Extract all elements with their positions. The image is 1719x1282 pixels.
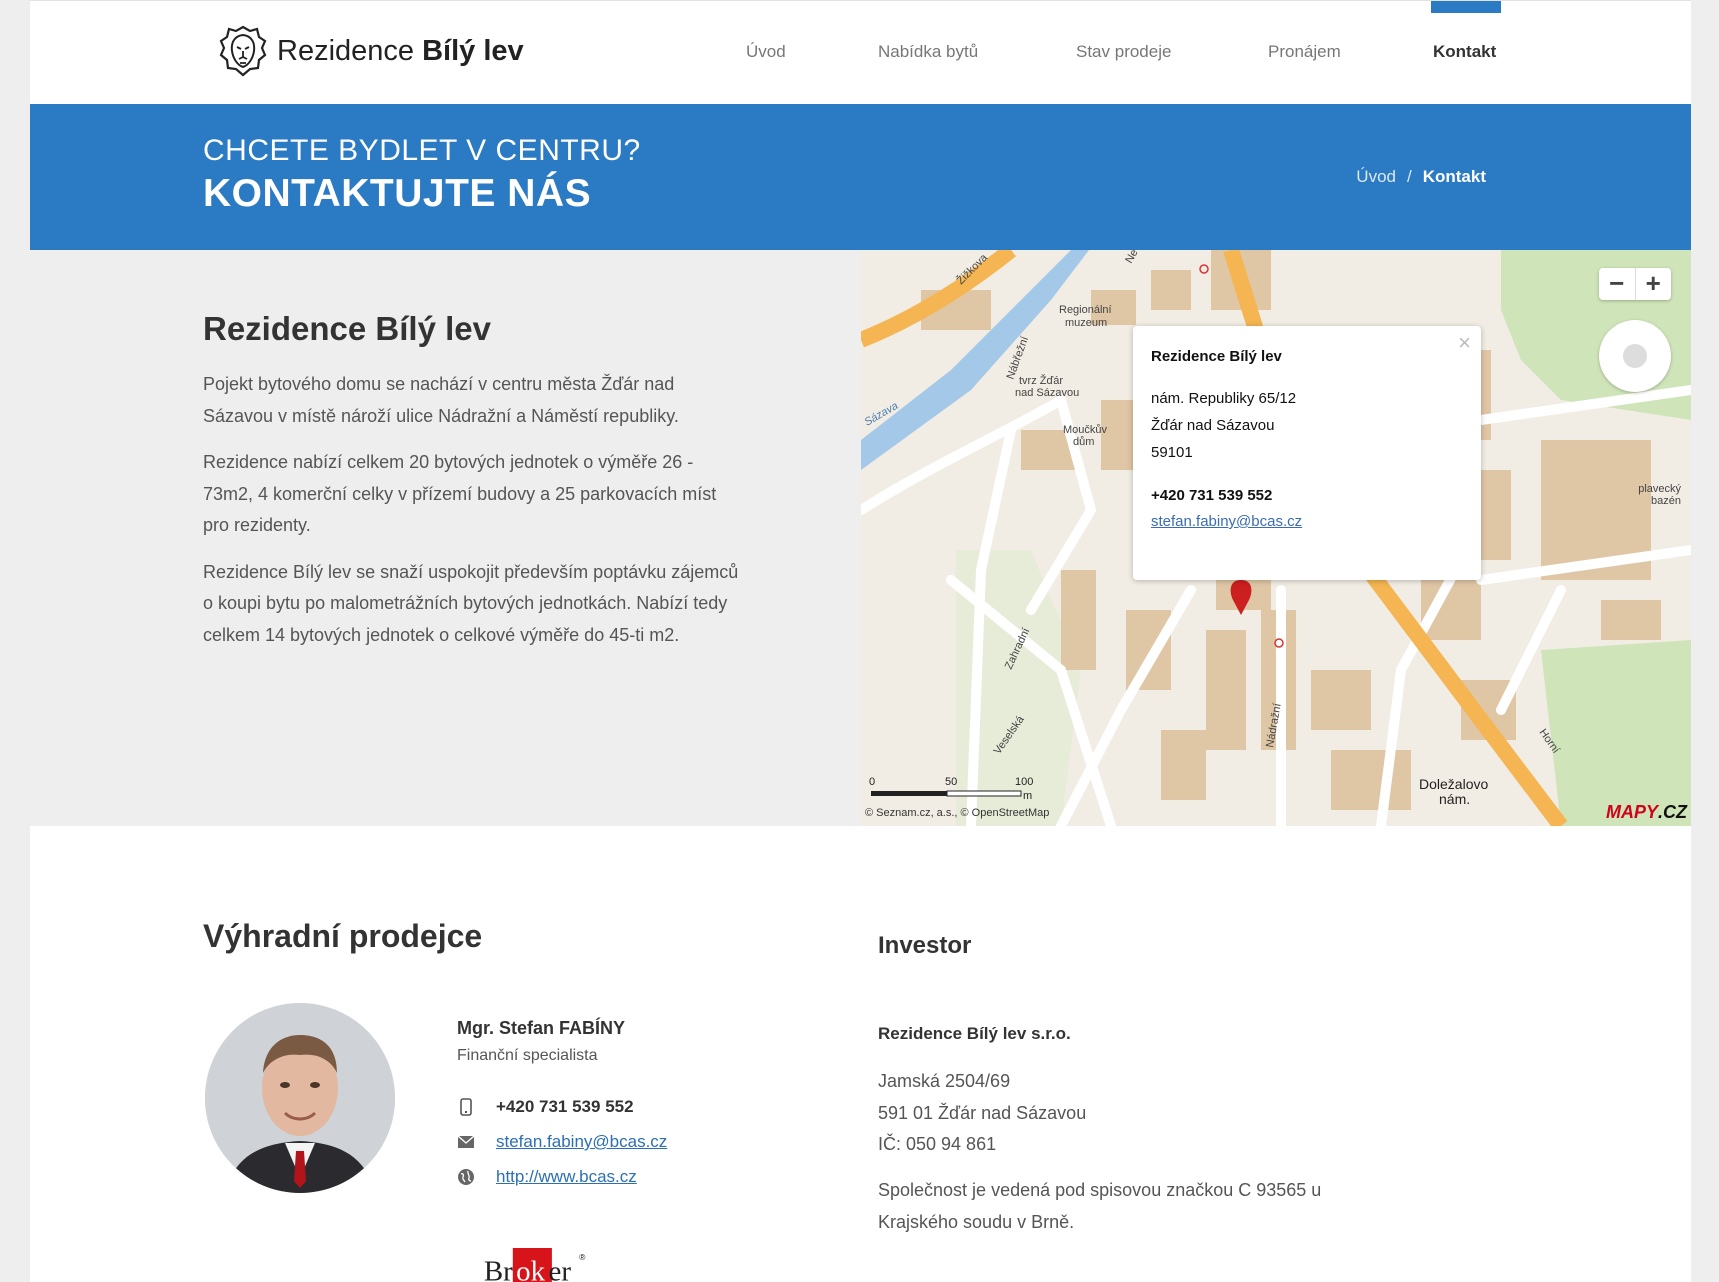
popup-title: Rezidence Bílý lev: [1151, 348, 1282, 365]
intro-text: Pojekt bytového domu se nachází v centru…: [203, 369, 743, 666]
envelope-icon: [457, 1135, 475, 1148]
broker-logo-er: er: [549, 1255, 572, 1282]
breadcrumb-current: Kontakt: [1422, 167, 1486, 186]
investor-address-line: Jamská 2504/69: [878, 1071, 1011, 1091]
map-label-dolezalovo-2: nám.: [1439, 791, 1470, 807]
map-label-mouckuv-2: dům: [1073, 436, 1094, 448]
scale-mid: 50: [945, 776, 958, 788]
map-label-tvrz-1: tvrz Žďár: [1019, 374, 1063, 387]
breadcrumb-home[interactable]: Úvod: [1356, 167, 1396, 186]
intro-heading: Rezidence Bílý lev: [203, 310, 491, 347]
brand-name: Rezidence Bílý lev: [277, 35, 524, 68]
intro-paragraph: Pojekt bytového domu se nachází v centru…: [203, 374, 679, 426]
zoom-out-button[interactable]: −: [1599, 268, 1635, 300]
intro-section: Rezidence Bílý lev Pojekt bytového domu …: [30, 250, 861, 826]
nav-item-pronajem[interactable]: Pronájem: [1268, 42, 1341, 62]
nav-active-indicator: [1431, 1, 1501, 13]
investor-company: Rezidence Bílý lev s.r.o.: [878, 1024, 1071, 1043]
nav-item-stav-prodeje[interactable]: Stav prodeje: [1076, 42, 1171, 62]
popup-address-line: 59101: [1151, 444, 1193, 461]
investor-registration-note: Společnost je vedená pod spisovou značko…: [878, 1180, 1322, 1232]
breadcrumb-separator: /: [1406, 167, 1412, 186]
intro-paragraph: Rezidence nabízí celkem 20 bytových jedn…: [203, 452, 717, 535]
map-label-mouckuv-1: Moučkův: [1063, 424, 1108, 436]
nav-item-nabidka-bytu[interactable]: Nabídka bytů: [878, 42, 978, 62]
page-banner: CHCETE BYDLET V CENTRU? KONTAKTUJTE NÁS …: [30, 104, 1691, 250]
map-label-regionalni: Regionální: [1059, 304, 1112, 316]
seller-email-row: stefan.fabiny@bcas.cz: [457, 1132, 667, 1152]
map-label-tvrz-2: nad Sázavou: [1015, 387, 1079, 399]
mobile-phone-icon: [460, 1098, 472, 1116]
map-pan-control[interactable]: [1599, 320, 1671, 392]
popup-phone: +420 731 539 552: [1151, 487, 1273, 504]
location-map[interactable]: Žižkova Sázava Nábřežní Regionální muzeu…: [861, 250, 1691, 826]
seller-phone: +420 731 539 552: [496, 1097, 634, 1116]
seller-email-link[interactable]: stefan.fabiny@bcas.cz: [496, 1132, 667, 1152]
site-header: Rezidence Bílý lev Úvod Nabídka bytů Sta…: [30, 0, 1691, 104]
banner-subtitle: CHCETE BYDLET V CENTRU?: [203, 134, 641, 167]
popup-address-line: Žďár nad Sázavou: [1151, 417, 1275, 434]
broker-logo[interactable]: Br ok er ®: [470, 1248, 610, 1282]
map-copyright[interactable]: © Seznam.cz, a.s., © OpenStreetMap: [865, 807, 1049, 819]
site-logo[interactable]: Rezidence Bílý lev: [219, 25, 524, 77]
map-zoom-control: − +: [1599, 268, 1671, 300]
nav-item-uvod[interactable]: Úvod: [746, 42, 786, 62]
avatar: [205, 1003, 395, 1193]
seller-photo: [205, 1003, 395, 1193]
scale-zero: 0: [869, 776, 876, 788]
seller-role: Finanční specialista: [457, 1047, 598, 1064]
mapy-cz-logo[interactable]: MAPY.CZ: [1606, 802, 1687, 823]
brand-name-light: Rezidence: [277, 34, 415, 67]
lion-logo-icon: [219, 25, 267, 77]
investor-heading: Investor: [878, 932, 972, 959]
seller-info: Mgr. Stefan FABÍNY Finanční specialista: [457, 1018, 625, 1065]
investor-id-number: IČ: 050 94 861: [878, 1134, 997, 1154]
intro-paragraph: Rezidence Bílý lev se snaží uspokojit př…: [203, 561, 739, 645]
seller-name: Mgr. Stefan FABÍNY: [457, 1018, 626, 1038]
investor-address-line: 591 01 Žďár nad Sázavou: [878, 1102, 1087, 1123]
seller-phone-row: +420 731 539 552: [457, 1097, 634, 1117]
investor-address: Jamská 2504/69 591 01 Žďár nad Sázavou I…: [878, 1066, 1086, 1161]
brand-name-bold: Bílý lev: [422, 34, 524, 67]
popup-email-link[interactable]: stefan.fabiny@bcas.cz: [1151, 509, 1463, 534]
seller-web-link[interactable]: http://www.bcas.cz: [496, 1167, 637, 1187]
nav-item-kontakt[interactable]: Kontakt: [1433, 42, 1496, 62]
scale-unit: m: [1023, 790, 1033, 802]
broker-logo-br: Br: [484, 1255, 513, 1282]
mapy-logo-part-b: .CZ: [1658, 802, 1687, 822]
mapy-logo-part-a: MAPY: [1605, 802, 1658, 822]
map-label-muzeum: muzeum: [1065, 317, 1107, 329]
map-label-dolezalovo-1: Doležalovo: [1419, 776, 1488, 792]
page-title: KONTAKTUJTE NÁS: [203, 172, 592, 215]
compass-center-icon: [1623, 344, 1647, 368]
close-icon[interactable]: ×: [1458, 330, 1471, 356]
seller-heading: Výhradní prodejce: [203, 918, 483, 954]
page: Rezidence Bílý lev Úvod Nabídka bytů Sta…: [30, 0, 1691, 1282]
breadcrumb: Úvod / Kontakt: [1356, 167, 1486, 187]
globe-icon: [458, 1169, 474, 1185]
map-label-plavecky-1: plavecký: [1638, 483, 1681, 495]
broker-logo-reg: ®: [579, 1252, 586, 1262]
map-label-plavecky-2: bazén: [1651, 495, 1681, 507]
zoom-in-button[interactable]: +: [1634, 268, 1672, 300]
scale-max: 100: [1015, 776, 1034, 788]
broker-logo-image: Br ok er ®: [484, 1248, 586, 1282]
map-info-popup: × Rezidence Bílý lev nám. Republiky 65/1…: [1133, 326, 1481, 580]
broker-logo-ok: ok: [516, 1255, 545, 1282]
seller-web-row: http://www.bcas.cz: [457, 1167, 637, 1187]
popup-address-line: nám. Republiky 65/12: [1151, 390, 1297, 407]
